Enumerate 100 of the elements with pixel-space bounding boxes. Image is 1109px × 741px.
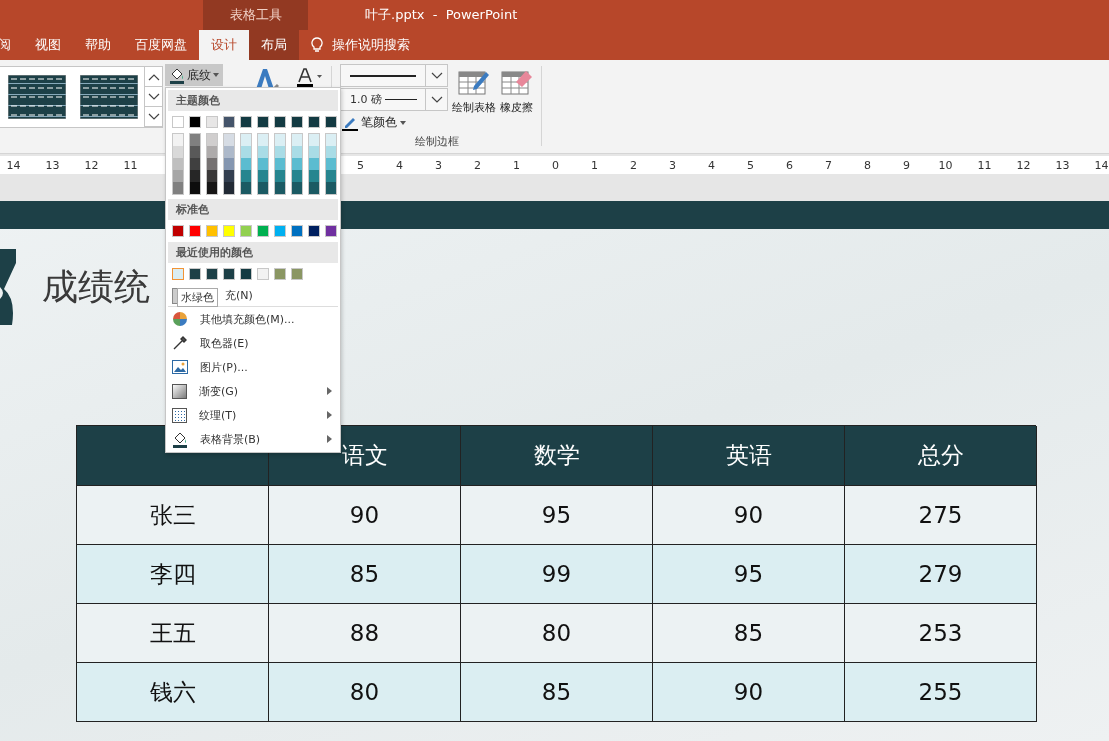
color-swatch[interactable]: [292, 182, 302, 194]
table-style-thumbnail[interactable]: [80, 75, 138, 119]
color-swatch[interactable]: [207, 158, 217, 170]
color-swatch[interactable]: [190, 146, 200, 158]
color-swatch[interactable]: [325, 225, 337, 237]
color-swatch[interactable]: [292, 170, 302, 182]
color-swatch[interactable]: [240, 116, 252, 128]
color-swatch[interactable]: [258, 146, 268, 158]
color-swatch[interactable]: [292, 146, 302, 158]
color-swatch[interactable]: [240, 225, 252, 237]
color-swatch[interactable]: [309, 146, 319, 158]
shading-button[interactable]: 底纹: [165, 64, 223, 86]
color-swatch[interactable]: [291, 225, 303, 237]
table-style-thumbnail[interactable]: [8, 75, 66, 119]
color-swatch[interactable]: [241, 146, 251, 158]
color-swatch[interactable]: [291, 268, 303, 280]
menu-item[interactable]: 其他填充颜色(M)...: [168, 307, 338, 331]
color-swatch[interactable]: [223, 225, 235, 237]
color-swatch[interactable]: [190, 170, 200, 182]
color-swatch[interactable]: [189, 268, 201, 280]
color-swatch[interactable]: [241, 170, 251, 182]
gallery-up-button[interactable]: [144, 67, 162, 87]
pen-color-button[interactable]: 笔颜色: [340, 114, 448, 131]
color-swatch[interactable]: [241, 158, 251, 170]
color-swatch[interactable]: [172, 116, 184, 128]
color-swatch[interactable]: [257, 268, 269, 280]
gallery-more-button[interactable]: [144, 107, 162, 127]
color-swatch[interactable]: [308, 225, 320, 237]
line-style-dropdown[interactable]: [340, 64, 448, 87]
gallery-down-button[interactable]: [144, 87, 162, 107]
color-swatch[interactable]: [224, 170, 234, 182]
color-swatch[interactable]: [274, 116, 286, 128]
color-swatch[interactable]: [309, 170, 319, 182]
color-swatch[interactable]: [274, 225, 286, 237]
color-swatch[interactable]: [291, 116, 303, 128]
menu-item[interactable]: 渐变(G): [168, 379, 338, 403]
ribbon-tab[interactable]: 布局: [249, 30, 299, 60]
color-swatch[interactable]: [206, 225, 218, 237]
ribbon-tab[interactable]: 设计: [199, 30, 249, 60]
color-swatch[interactable]: [173, 182, 183, 194]
color-swatch[interactable]: [240, 268, 252, 280]
tell-me-search[interactable]: 操作说明搜索: [332, 36, 410, 54]
color-swatch[interactable]: [275, 146, 285, 158]
color-swatch[interactable]: [207, 134, 217, 146]
color-swatch[interactable]: [224, 158, 234, 170]
menu-item[interactable]: 纹理(T): [168, 403, 338, 427]
menu-item[interactable]: 图片(P)...: [168, 355, 338, 379]
color-swatch[interactable]: [309, 182, 319, 194]
color-swatch[interactable]: [258, 158, 268, 170]
ribbon-tab[interactable]: 视图: [23, 30, 73, 60]
color-swatch[interactable]: [308, 116, 320, 128]
ribbon-tab[interactable]: 帮助: [73, 30, 123, 60]
color-swatch[interactable]: [275, 182, 285, 194]
color-swatch[interactable]: [241, 182, 251, 194]
color-swatch[interactable]: [173, 170, 183, 182]
color-swatch[interactable]: [309, 158, 319, 170]
color-swatch[interactable]: [274, 268, 286, 280]
color-swatch[interactable]: [309, 134, 319, 146]
menu-item[interactable]: 取色器(E): [168, 331, 338, 355]
color-swatch[interactable]: [224, 182, 234, 194]
color-swatch[interactable]: [292, 134, 302, 146]
color-swatch[interactable]: [190, 134, 200, 146]
color-swatch[interactable]: [189, 116, 201, 128]
color-swatch[interactable]: [257, 116, 269, 128]
eraser-button[interactable]: 橡皮擦: [500, 64, 533, 131]
color-swatch[interactable]: [224, 146, 234, 158]
color-swatch[interactable]: [207, 170, 217, 182]
color-swatch[interactable]: [326, 158, 336, 170]
color-swatch[interactable]: [325, 116, 337, 128]
color-swatch[interactable]: [189, 225, 201, 237]
color-swatch[interactable]: [172, 268, 184, 280]
color-swatch[interactable]: [190, 158, 200, 170]
color-swatch[interactable]: [275, 134, 285, 146]
color-swatch[interactable]: [292, 158, 302, 170]
color-swatch[interactable]: [275, 170, 285, 182]
color-swatch[interactable]: [224, 134, 234, 146]
color-swatch[interactable]: [173, 158, 183, 170]
color-swatch[interactable]: [326, 146, 336, 158]
line-weight-dropdown[interactable]: 1.0 磅: [340, 88, 448, 111]
color-swatch[interactable]: [275, 158, 285, 170]
color-swatch[interactable]: [173, 134, 183, 146]
color-swatch[interactable]: [258, 170, 268, 182]
draw-table-button[interactable]: 绘制表格: [452, 64, 496, 131]
color-swatch[interactable]: [207, 146, 217, 158]
color-swatch[interactable]: [241, 134, 251, 146]
color-swatch[interactable]: [172, 225, 184, 237]
color-swatch[interactable]: [206, 268, 218, 280]
color-swatch[interactable]: [326, 170, 336, 182]
color-swatch[interactable]: [207, 182, 217, 194]
color-swatch[interactable]: [258, 134, 268, 146]
color-swatch[interactable]: [223, 268, 235, 280]
color-swatch[interactable]: [326, 182, 336, 194]
no-fill-option[interactable]: 充(N): [225, 288, 253, 303]
color-swatch[interactable]: [223, 116, 235, 128]
color-swatch[interactable]: [190, 182, 200, 194]
color-swatch[interactable]: [173, 146, 183, 158]
color-swatch[interactable]: [206, 116, 218, 128]
color-swatch[interactable]: [326, 134, 336, 146]
color-swatch[interactable]: [257, 225, 269, 237]
ribbon-tab[interactable]: 百度网盘: [123, 30, 199, 60]
